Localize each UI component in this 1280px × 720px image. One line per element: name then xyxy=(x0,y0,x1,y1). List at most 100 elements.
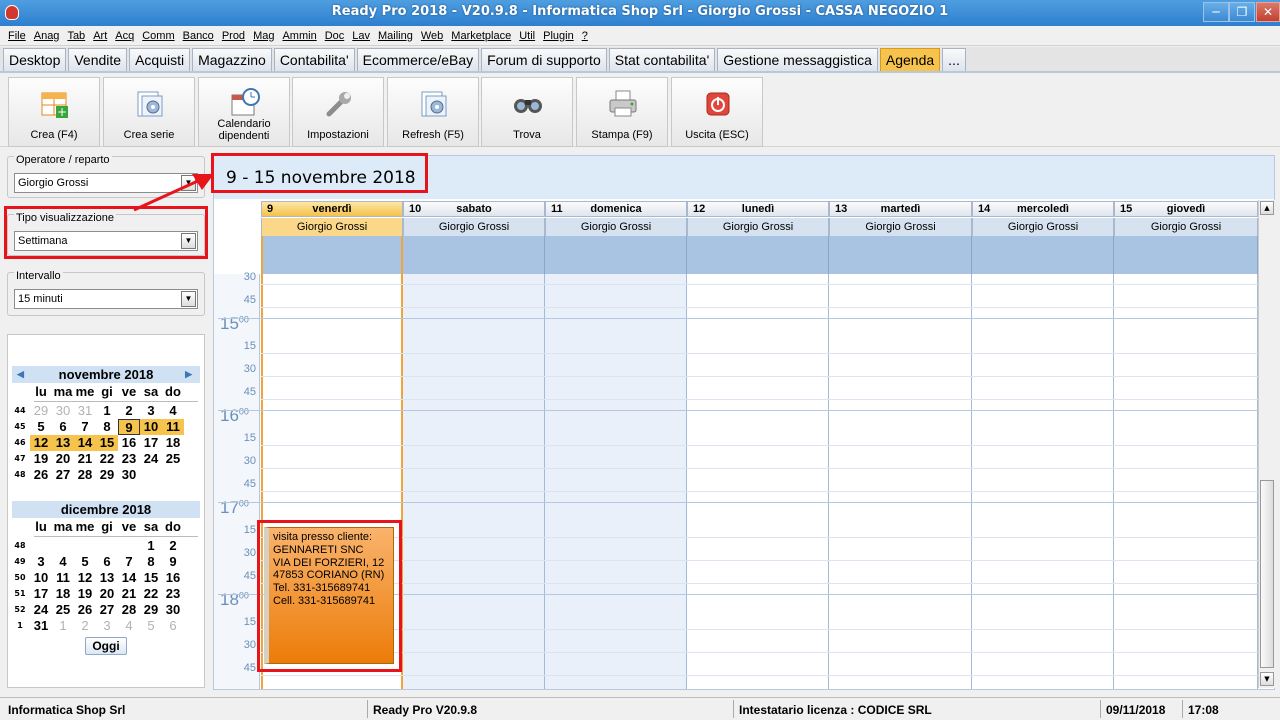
mini-day[interactable]: 17 xyxy=(140,435,162,451)
mini-day[interactable]: 9 xyxy=(162,554,184,570)
mini-day[interactable]: 28 xyxy=(74,467,96,483)
mini-day[interactable]: 18 xyxy=(52,586,74,602)
close-button[interactable]: ✕ xyxy=(1256,2,1280,22)
tab-3[interactable]: Acquisti xyxy=(129,48,191,71)
chevron-right-icon[interactable]: ▶ xyxy=(185,366,192,383)
mini-day[interactable]: 29 xyxy=(96,467,118,483)
all-day-area[interactable] xyxy=(829,236,972,274)
mini-day[interactable]: 6 xyxy=(52,419,74,435)
mini-day[interactable]: 26 xyxy=(30,467,52,483)
all-day-area[interactable] xyxy=(403,236,545,274)
tab-5[interactable]: Contabilita' xyxy=(273,48,355,71)
mini-day[interactable]: 9 xyxy=(118,419,140,435)
minimize-button[interactable]: ─ xyxy=(1203,2,1229,22)
day-column-12[interactable] xyxy=(687,274,829,689)
day-header-12[interactable]: 12 lunedì xyxy=(687,201,829,217)
mini-day[interactable]: 29 xyxy=(140,602,162,618)
menu-item[interactable]: Mailing xyxy=(374,30,417,42)
mini-day[interactable]: 2 xyxy=(74,618,96,634)
calendar-scrollbar[interactable]: ▲ ▼ xyxy=(1258,200,1275,688)
scroll-thumb[interactable] xyxy=(1260,480,1274,668)
scroll-down-icon[interactable]: ▼ xyxy=(1260,672,1274,686)
menu-item[interactable]: Prod xyxy=(218,30,249,42)
tab-9[interactable]: Gestione messaggistica xyxy=(717,48,878,71)
mini-day[interactable]: 22 xyxy=(96,451,118,467)
all-day-area[interactable] xyxy=(261,236,403,274)
mini-day[interactable]: 5 xyxy=(140,618,162,634)
mini-day[interactable]: 21 xyxy=(74,451,96,467)
day-column-15[interactable] xyxy=(1114,274,1258,689)
all-day-area[interactable] xyxy=(1114,236,1258,274)
mini-day[interactable]: 21 xyxy=(118,586,140,602)
day-header-10[interactable]: 10 sabato xyxy=(403,201,545,217)
mini-day[interactable]: 4 xyxy=(118,618,140,634)
day-header-14[interactable]: 14 mercoledì xyxy=(972,201,1114,217)
mini-day[interactable]: 10 xyxy=(30,570,52,586)
mini-day[interactable]: 20 xyxy=(52,451,74,467)
mini-day[interactable]: 24 xyxy=(140,451,162,467)
day-header-9[interactable]: 9 venerdì xyxy=(261,201,403,217)
menu-item[interactable]: Ammin xyxy=(278,30,320,42)
tab-7[interactable]: Forum di supporto xyxy=(481,48,607,71)
mini-day[interactable]: 13 xyxy=(52,435,74,451)
menu-item[interactable]: ? xyxy=(578,30,592,42)
mini-day[interactable]: 7 xyxy=(118,554,140,570)
menu-item[interactable]: File xyxy=(4,30,30,42)
mini-day[interactable]: 25 xyxy=(52,602,74,618)
toolbar-button-5[interactable]: Refresh (F5) xyxy=(387,77,479,147)
mini-day[interactable]: 3 xyxy=(140,403,162,419)
mini-day[interactable]: 6 xyxy=(162,618,184,634)
mini-day[interactable]: 14 xyxy=(74,435,96,451)
mini-day[interactable]: 29 xyxy=(30,403,52,419)
tab-4[interactable]: Magazzino xyxy=(192,48,272,71)
mini-day[interactable]: 16 xyxy=(162,570,184,586)
mini-day[interactable]: 30 xyxy=(118,467,140,483)
mini-day[interactable]: 12 xyxy=(74,570,96,586)
mini-day[interactable]: 23 xyxy=(162,586,184,602)
day-header-11[interactable]: 11 domenica xyxy=(545,201,687,217)
tab-1[interactable]: Desktop xyxy=(3,48,67,71)
menu-item[interactable]: Banco xyxy=(179,30,218,42)
mini-day[interactable]: 23 xyxy=(118,451,140,467)
mini-day[interactable]: 3 xyxy=(30,554,52,570)
day-column-13[interactable] xyxy=(829,274,972,689)
mini-day[interactable]: 30 xyxy=(162,602,184,618)
scroll-up-icon[interactable]: ▲ xyxy=(1260,201,1274,215)
mini-day[interactable]: 12 xyxy=(30,435,52,451)
mini-day[interactable]: 19 xyxy=(74,586,96,602)
menu-item[interactable]: Art xyxy=(89,30,111,42)
mini-day[interactable]: 22 xyxy=(140,586,162,602)
tab-6[interactable]: Ecommerce/eBay xyxy=(356,48,480,71)
restore-button[interactable]: ❐ xyxy=(1229,2,1255,22)
mini-day[interactable]: 7 xyxy=(74,419,96,435)
toolbar-button-4[interactable]: Impostazioni xyxy=(292,77,384,147)
mini-day[interactable]: 17 xyxy=(30,586,52,602)
mini-day[interactable]: 31 xyxy=(30,618,52,634)
tab-2[interactable]: Vendite xyxy=(68,48,128,71)
mini-day[interactable]: 28 xyxy=(118,602,140,618)
mini-day[interactable]: 2 xyxy=(118,403,140,419)
tab-8[interactable]: Stat contabilita' xyxy=(608,48,716,71)
menu-item[interactable]: Web xyxy=(417,30,447,42)
mini-day[interactable]: 6 xyxy=(96,554,118,570)
mini-day[interactable]: 5 xyxy=(30,419,52,435)
mini-day[interactable]: 10 xyxy=(140,419,162,435)
mini-day[interactable]: 19 xyxy=(30,451,52,467)
mini-day[interactable]: 20 xyxy=(96,586,118,602)
mini-day[interactable]: 18 xyxy=(162,435,184,451)
mini-day[interactable]: 4 xyxy=(52,554,74,570)
tab-10[interactable]: Agenda xyxy=(879,48,941,71)
mini-day[interactable]: 15 xyxy=(140,570,162,586)
mini-day[interactable]: 8 xyxy=(96,419,118,435)
menu-item[interactable]: Lav xyxy=(348,30,374,42)
menu-item[interactable]: Util xyxy=(515,30,539,42)
today-button[interactable]: Oggi xyxy=(85,637,127,655)
menu-item[interactable]: Marketplace xyxy=(447,30,515,42)
mini-day[interactable]: 1 xyxy=(96,403,118,419)
toolbar-button-8[interactable]: Uscita (ESC) xyxy=(671,77,763,147)
chevron-down-icon[interactable]: ▼ xyxy=(181,291,196,307)
menu-item[interactable]: Acq xyxy=(111,30,138,42)
mini-day[interactable]: 11 xyxy=(162,419,184,435)
menu-item[interactable]: Tab xyxy=(63,30,89,42)
mini-day[interactable]: 1 xyxy=(140,538,162,554)
